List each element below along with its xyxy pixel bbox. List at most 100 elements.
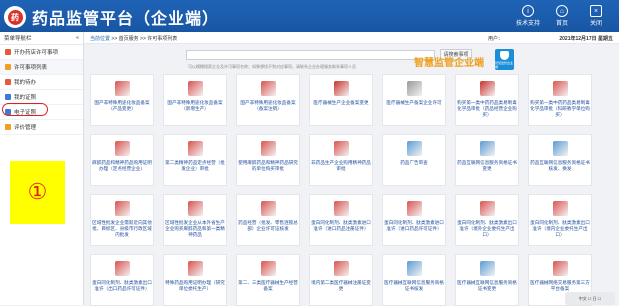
support-button[interactable]: i 技术支持: [511, 2, 545, 30]
permit-card[interactable]: 第二类精神药品定点经营（批发企业）审批: [163, 134, 227, 186]
todo-icon: [5, 79, 11, 85]
permit-card-label: 区域性批发企业从本外省生产企业购买麻醉药品和第一类精神药品: [165, 220, 225, 237]
sidebar-item-permit-list[interactable]: 许可事项列表: [0, 60, 83, 75]
permit-card-label: 蛋白同化制剂、肽类激素出口准许（境内企业委托生产出口）: [530, 220, 590, 237]
permit-card-label: 药品广告审查: [400, 160, 428, 165]
permit-card[interactable]: 国产非特殊用途化妆品备案（产品变更）: [90, 74, 154, 126]
permit-card-label: 药品互联网信息服务资格证书变更: [457, 160, 517, 171]
document-icon: [552, 141, 568, 156]
permit-card-label: 第二、三类医疗器械生产经营备案: [238, 280, 298, 291]
brand-badge-icon: 智慧监管企业端: [495, 49, 514, 70]
document-icon: [260, 141, 276, 156]
document-icon: [479, 141, 495, 156]
permit-card[interactable]: 医疗器械生产备案企业许可: [382, 74, 446, 126]
document-icon: [406, 261, 422, 276]
permit-card[interactable]: 药品互联网信息服务资格证书核发、换发: [528, 134, 592, 186]
permit-card-label: 国产非特殊用途化妆品备案（备案注销）: [240, 100, 296, 111]
document-icon: [187, 201, 203, 216]
permit-card[interactable]: 国产非特殊用途化妆品备案（新增生产）: [163, 74, 227, 126]
annotation-marker: ①: [10, 161, 65, 224]
permit-card[interactable]: 麻醉药品和精神药品购用证明办理（定点经营企业）: [90, 134, 154, 186]
permit-card-label: 使用麻醉药品和精神药品研究的单位购买审批: [238, 160, 298, 171]
document-icon: [406, 81, 422, 96]
permit-card-label: 境内第二类医疗器械注册证变更: [311, 280, 371, 291]
permit-card-label: 特殊药品购用证明办理（研究单位委托生产）: [165, 280, 225, 291]
permit-card[interactable]: 境内第二类医疗器械注册证变更: [309, 254, 373, 306]
permit-card-label: 药品互联网信息服务资格证书核发、换发: [530, 160, 590, 171]
permit-card[interactable]: 医疗器械互联网信息服务资格证书变更: [455, 254, 519, 306]
permit-card-label: 麻醉药品和精神药品购用证明办理（定点经营企业）: [92, 160, 152, 171]
permit-card[interactable]: 蛋白同化制剂、肽类激素进口准许（进口药品注册证件）: [309, 194, 373, 246]
sidebar-item-open-pharmacy[interactable]: 开办药店许可事项: [0, 45, 83, 60]
permit-card[interactable]: 国产非特殊用途化妆品备案（备案注销）: [236, 74, 300, 126]
folder-icon: [5, 49, 11, 55]
permit-card[interactable]: 药品经营（批发、零售连锁总部）企业许可证核发: [236, 194, 300, 246]
permit-card[interactable]: 蛋白同化制剂、肽类激素出口准许（出口药品许可证件）: [90, 254, 154, 306]
document-icon: [552, 81, 568, 96]
permit-card[interactable]: 蛋白同化制剂、肽类激素进口准许（进口药品许可证件）: [382, 194, 446, 246]
search-area: 请搜索事项 可以模糊搜索企业及许可事项名称；如果想找不到对应事项，请联系企业办理…: [84, 44, 619, 75]
app-title: 药品监管平台（企业端）: [32, 11, 220, 28]
home-button[interactable]: ⌂ 首页: [545, 2, 579, 30]
permit-card[interactable]: 区域性批发企业从本外省生产企业购买麻醉药品和第一类精神药品: [163, 194, 227, 246]
license-icon: [5, 94, 11, 100]
document-icon: [479, 81, 495, 96]
document-icon: [479, 261, 495, 276]
document-icon: [260, 201, 276, 216]
document-icon: [333, 201, 349, 216]
sidebar-item-todo[interactable]: 我的待办: [0, 75, 83, 90]
permit-card[interactable]: 使用麻醉药品和精神药品研究的单位购买审批: [236, 134, 300, 186]
document-icon: [260, 81, 276, 96]
document-icon: [406, 201, 422, 216]
breadcrumb: 当前位置 >> 首页服务 >> 许可事项列表 用户： 2021年12月17日 星…: [84, 32, 619, 44]
home-icon: ⌂: [556, 5, 568, 17]
permit-card-label: 非药品生产企业购用精神药品审批: [311, 160, 371, 171]
star-icon: [5, 124, 11, 130]
document-icon: [552, 261, 568, 276]
list-icon: [5, 64, 11, 70]
permit-card-label: 国产非特殊用途化妆品备案（新增生产）: [167, 100, 223, 111]
close-icon: ×: [590, 5, 602, 17]
collapse-icon[interactable]: «: [76, 35, 79, 41]
app-logo: 药 药品监管平台（企业端）: [4, 5, 219, 29]
permit-card-label: 蛋白同化制剂、肽类激素进口准许（进口药品注册证件）: [311, 220, 371, 231]
breadcrumb-home[interactable]: 当前位置: [90, 36, 110, 42]
search-input[interactable]: [186, 50, 435, 60]
permit-card-label: 第二类精神药品定点经营（批发企业）审批: [165, 160, 225, 171]
annotation-highlight-ring: [2, 103, 48, 116]
permit-card[interactable]: 蛋白同化制剂、肽类激素出口准许（境内企业委托生产出口）: [528, 194, 592, 246]
permit-card[interactable]: 非药品生产企业购用精神药品审批: [309, 134, 373, 186]
permit-card[interactable]: 药品互联网信息服务资格证书变更: [455, 134, 519, 186]
document-icon: [187, 141, 203, 156]
document-icon: [187, 261, 203, 276]
document-icon: [260, 261, 276, 276]
permit-card[interactable]: 特殊药品购用证明办理（研究单位委托生产）: [163, 254, 227, 306]
permit-card-label: 购买第一类中药药品类易制毒化学品审批（药品经营企业购买）: [457, 100, 517, 117]
permit-card-label: 蛋白同化制剂、肽类激素进口准许（进口药品许可证件）: [384, 220, 444, 231]
permit-card-label: 医疗器械生产企业备案变更: [313, 100, 369, 105]
permit-card-label: 区域性批发企业需就近向其他批、目标区、县级市行政区域内批发: [92, 220, 152, 237]
top-header: 药 药品监管平台（企业端） i 技术支持 ⌂ 首页 × 关闭: [0, 0, 619, 32]
permit-card[interactable]: 购买第一类中药药品类易制毒化学品审批（药品经营企业购买）: [455, 74, 519, 126]
permit-card-label: 国产非特殊用途化妆品备案（产品变更）: [94, 100, 150, 111]
permit-card[interactable]: 购买第一类中药药品类易制毒化学品审批（科研教学单位购买）: [528, 74, 592, 126]
document-icon: [552, 201, 568, 216]
search-hint: 可以模糊搜索企业及许可事项名称；如果想找不到对应事项，请联系企业办理服务联系事项…: [188, 64, 356, 69]
permit-card-label: 医疗器械生产备案企业许可: [386, 100, 442, 105]
sidebar-header: 菜单导航栏 «: [0, 32, 83, 45]
document-icon: [114, 261, 130, 276]
permit-card[interactable]: 医疗器械生产企业备案变更: [309, 74, 373, 126]
close-button[interactable]: × 关闭: [579, 2, 613, 30]
permit-card[interactable]: 药品广告审查: [382, 134, 446, 186]
permit-card[interactable]: 医疗器械互联网信息服务资格证书核发: [382, 254, 446, 306]
document-icon: [187, 81, 203, 96]
sidebar-item-evaluation[interactable]: 评价管理: [0, 120, 83, 135]
document-icon: [479, 201, 495, 216]
breadcrumb-path: >> 首页服务 >> 许可事项列表: [110, 36, 178, 42]
permit-card-label: 购买第一类中药药品类易制毒化学品审批（科研教学单位购买）: [530, 100, 590, 117]
permit-card[interactable]: 第二、三类医疗器械生产经营备案: [236, 254, 300, 306]
permit-card[interactable]: 区域性批发企业需就近向其他批、目标区、县级市行政区域内批发: [90, 194, 154, 246]
permit-card-label: 药品经营（批发、零售连锁总部）企业许可证核发: [238, 220, 298, 231]
permit-card[interactable]: 蛋白同化制剂、肽类激素出口准许（境外企业委托生产出口）: [455, 194, 519, 246]
permit-card-label: 蛋白同化制剂、肽类激素出口准许（境外企业委托生产出口）: [457, 220, 517, 237]
